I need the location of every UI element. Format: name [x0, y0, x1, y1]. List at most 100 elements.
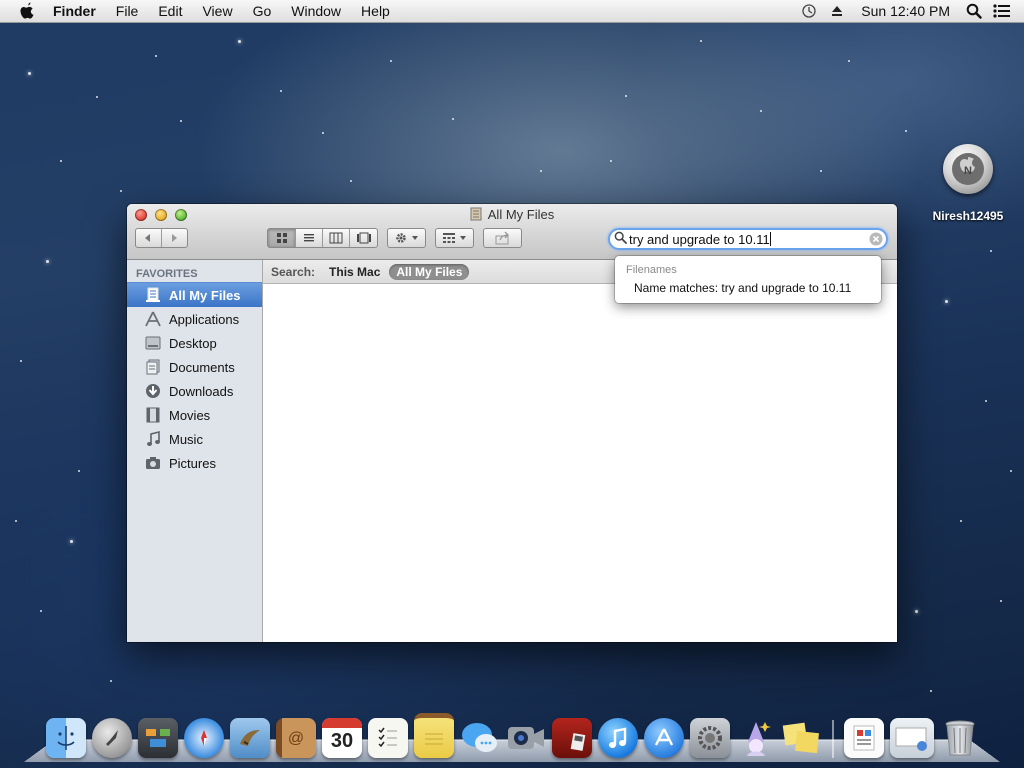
star — [625, 95, 627, 97]
applications-icon — [144, 310, 162, 328]
search-input[interactable]: try and upgrade to 10.11 — [629, 232, 770, 247]
finder-icon[interactable] — [46, 718, 86, 758]
clear-search-icon[interactable] — [869, 232, 883, 249]
menu-file[interactable]: File — [106, 0, 149, 22]
app-store-icon[interactable] — [644, 718, 684, 758]
scope-this-mac[interactable]: This Mac — [329, 265, 380, 279]
cover-flow-view-icon — [356, 232, 371, 244]
star — [905, 130, 907, 132]
window-titlebar[interactable]: All My Files try and upgrade to 10.11 — [127, 204, 897, 260]
mail-icon[interactable] — [230, 718, 270, 758]
calendar-icon[interactable]: 30 — [322, 718, 362, 758]
suggestions-header: Filenames — [626, 264, 677, 276]
time-machine-icon[interactable] — [795, 0, 823, 22]
star — [700, 40, 702, 42]
notification-center-icon[interactable] — [988, 0, 1016, 22]
text-caret — [769, 232, 771, 246]
mail-attachment-icon[interactable] — [890, 718, 934, 758]
star — [990, 250, 992, 252]
notes-icon[interactable] — [414, 713, 454, 758]
file-content-area[interactable] — [263, 284, 897, 642]
menu-app-name[interactable]: Finder — [53, 0, 106, 22]
downloads-icon — [144, 382, 162, 400]
action-button[interactable] — [387, 228, 426, 248]
share-button[interactable] — [483, 228, 522, 248]
reminders-icon[interactable] — [368, 718, 408, 758]
sidebar-item-desktop[interactable]: Desktop — [127, 331, 262, 355]
facetime-icon[interactable] — [506, 718, 546, 758]
scope-all-my-files[interactable]: All My Files — [389, 263, 470, 280]
star — [40, 610, 42, 612]
star — [985, 400, 987, 402]
star — [820, 170, 822, 172]
launchpad-icon[interactable] — [92, 718, 132, 758]
arrange-button[interactable] — [435, 228, 474, 248]
search-field[interactable]: try and upgrade to 10.11 — [608, 228, 888, 250]
spotlight-icon[interactable] — [960, 0, 988, 22]
back-arrow-icon — [145, 234, 151, 242]
star — [1010, 470, 1012, 472]
sidebar-item-label: Music — [169, 431, 203, 447]
music-icon — [144, 430, 162, 448]
sidebar-item-downloads[interactable]: Downloads — [127, 379, 262, 403]
back-forward-control — [135, 228, 188, 248]
back-button[interactable] — [136, 229, 162, 247]
sidebar-item-movies[interactable]: Movies — [127, 403, 262, 427]
dock-separator — [832, 720, 834, 758]
star — [760, 110, 762, 112]
star — [78, 470, 80, 472]
star — [350, 180, 352, 182]
column-view-button[interactable] — [323, 229, 350, 247]
star — [452, 118, 454, 120]
forward-button[interactable] — [162, 229, 187, 247]
sidebar-item-music[interactable]: Music — [127, 427, 262, 451]
cover-flow-view-button[interactable] — [350, 229, 377, 247]
view-mode-control — [267, 228, 378, 248]
sidebar-item-label: Downloads — [169, 383, 234, 399]
itunes-icon[interactable] — [598, 718, 638, 758]
star — [322, 132, 324, 134]
window-title-text: All My Files — [487, 207, 555, 222]
menu-view[interactable]: View — [192, 0, 242, 22]
star — [540, 170, 542, 172]
sidebar-item-documents[interactable]: Documents — [127, 355, 262, 379]
preview-icon[interactable] — [844, 718, 884, 758]
star — [60, 160, 62, 162]
trash-icon[interactable] — [940, 718, 980, 758]
list-view-button[interactable] — [296, 229, 323, 247]
star — [915, 610, 918, 613]
menu-clock[interactable]: Sun 12:40 PM — [851, 3, 960, 19]
menu-edit[interactable]: Edit — [148, 0, 192, 22]
photo-booth-icon[interactable] — [552, 718, 592, 758]
menu-window[interactable]: Window — [281, 0, 351, 22]
messages-icon[interactable] — [460, 718, 500, 758]
suggestion-item[interactable]: Name matches: try and upgrade to 10.11 — [634, 281, 851, 295]
sidebar-item-all-my-files[interactable]: All My Files — [127, 282, 262, 307]
drive-disc-icon: N — [943, 144, 993, 194]
scope-label: Search: — [271, 264, 316, 279]
star — [180, 120, 182, 122]
contacts-icon[interactable]: @ — [276, 718, 316, 758]
safari-icon[interactable] — [184, 718, 224, 758]
sidebar-item-applications[interactable]: Applications — [127, 307, 262, 331]
stickies-icon[interactable] — [782, 718, 822, 758]
star — [945, 300, 948, 303]
chevron-down-icon — [460, 236, 466, 240]
share-icon — [495, 231, 509, 245]
mission-control-icon[interactable] — [138, 718, 178, 758]
star — [1000, 600, 1002, 602]
sidebar-item-pictures[interactable]: Pictures — [127, 451, 262, 475]
drive-letter: N — [964, 165, 972, 177]
icon-view-button[interactable] — [268, 229, 296, 247]
star — [20, 360, 22, 362]
menu-help[interactable]: Help — [351, 0, 400, 22]
wizard-icon[interactable] — [736, 718, 776, 758]
system-preferences-icon[interactable] — [690, 718, 730, 758]
apple-menu-icon[interactable] — [19, 2, 37, 20]
menu-go[interactable]: Go — [243, 0, 282, 22]
sidebar-item-label: Movies — [169, 407, 211, 423]
forward-arrow-icon — [172, 234, 178, 242]
eject-icon[interactable] — [823, 0, 851, 22]
desktop-drive-icon[interactable]: N Niresh12495 — [920, 144, 1016, 223]
star — [155, 55, 157, 57]
